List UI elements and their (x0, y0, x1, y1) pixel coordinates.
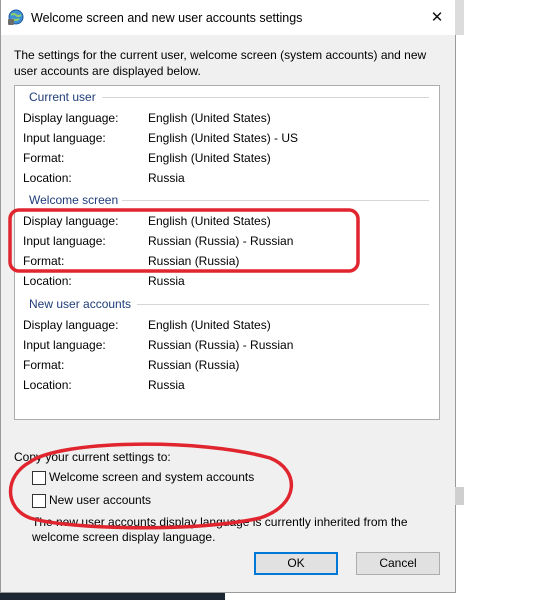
row-value: Russian (Russia) (148, 358, 240, 372)
row-value: English (United States) - US (148, 131, 299, 145)
cancel-button[interactable]: Cancel (356, 552, 440, 575)
divider (122, 200, 429, 201)
copy-settings-label: Copy your current settings to: (14, 450, 171, 464)
row-label: Location: (23, 171, 72, 185)
ok-button[interactable]: OK (254, 552, 338, 575)
row-value: Russian (Russia) - Russian (148, 234, 294, 248)
section-header-new-user-accounts: New user accounts (29, 297, 132, 311)
background-window-edge (455, 0, 464, 35)
row-value: English (United States) (148, 318, 271, 332)
row-value: English (United States) (148, 151, 271, 165)
row-label: Display language: (23, 111, 119, 125)
row-value: Russia (148, 171, 185, 185)
settings-dialog: Welcome screen and new user accounts set… (0, 0, 456, 593)
row-label: Location: (23, 274, 72, 288)
row-value: English (United States) (148, 111, 271, 125)
row-label: Input language: (23, 234, 106, 248)
taskbar-fragment (0, 593, 225, 600)
close-button[interactable]: ✕ (425, 8, 449, 28)
title-bar: Welcome screen and new user accounts set… (1, 0, 455, 35)
window-title: Welcome screen and new user accounts set… (31, 11, 303, 25)
new-user-accounts-checkbox[interactable] (32, 494, 46, 508)
row-label: Input language: (23, 338, 106, 352)
divider (102, 97, 429, 98)
row-label: Input language: (23, 131, 106, 145)
row-value: Russia (148, 274, 185, 288)
row-value: Russian (Russia) - Russian (148, 338, 294, 352)
section-header-welcome-screen: Welcome screen (29, 193, 119, 207)
row-value: Russian (Russia) (148, 254, 240, 268)
checkbox-label[interactable]: Welcome screen and system accounts (49, 470, 254, 484)
section-header-current-user: Current user (29, 90, 96, 104)
background-scrollbar (455, 487, 464, 505)
row-label: Format: (23, 151, 65, 165)
row-value: Russia (148, 378, 185, 392)
globe-settings-icon (8, 9, 24, 25)
row-label: Location: (23, 378, 72, 392)
welcome-screen-checkbox[interactable] (32, 471, 46, 485)
row-label: Format: (23, 254, 65, 268)
row-value: English (United States) (148, 214, 271, 228)
divider (137, 304, 429, 305)
row-label: Display language: (23, 214, 119, 228)
row-label: Format: (23, 358, 65, 372)
inheritance-note: The new user accounts display language i… (32, 515, 408, 544)
close-icon: ✕ (430, 9, 444, 26)
intro-text: The settings for the current user, welco… (14, 48, 427, 78)
settings-summary-box: Current user Display language: English (… (14, 85, 440, 420)
checkbox-label[interactable]: New user accounts (49, 493, 151, 507)
row-label: Display language: (23, 318, 119, 332)
